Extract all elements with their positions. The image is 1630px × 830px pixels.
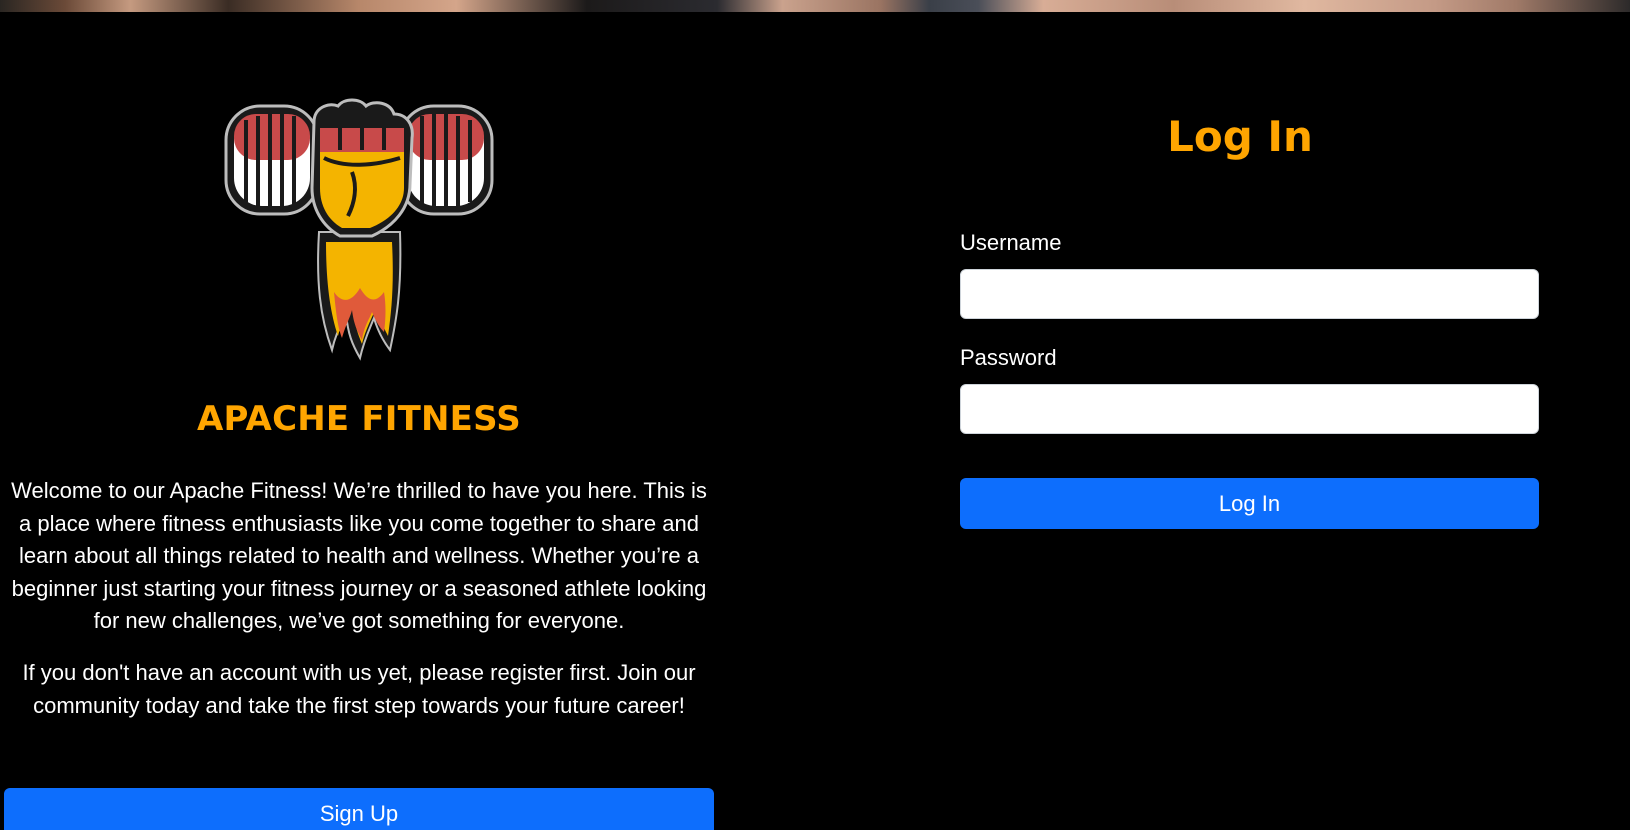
- login-title: Log In: [1167, 112, 1313, 161]
- log-in-button[interactable]: Log In: [960, 478, 1539, 529]
- flaming-fist-dumbbell-icon: [224, 98, 494, 361]
- header-banner-image: [0, 0, 1630, 12]
- welcome-panel: APACHE FITNESS Welcome to our Apache Fit…: [0, 12, 718, 830]
- brand-title: APACHE FITNESS: [197, 399, 521, 439]
- password-label: Password: [960, 345, 1057, 370]
- username-label: Username: [960, 230, 1062, 255]
- password-input[interactable]: [960, 384, 1539, 434]
- welcome-text: Welcome to our Apache Fitness! We’re thr…: [11, 478, 707, 633]
- register-note: If you don't have an account with us yet…: [22, 660, 696, 718]
- login-panel: Log In Username Password Log In: [940, 12, 1540, 830]
- sign-up-button[interactable]: Sign Up: [4, 788, 714, 830]
- username-input[interactable]: [960, 269, 1539, 319]
